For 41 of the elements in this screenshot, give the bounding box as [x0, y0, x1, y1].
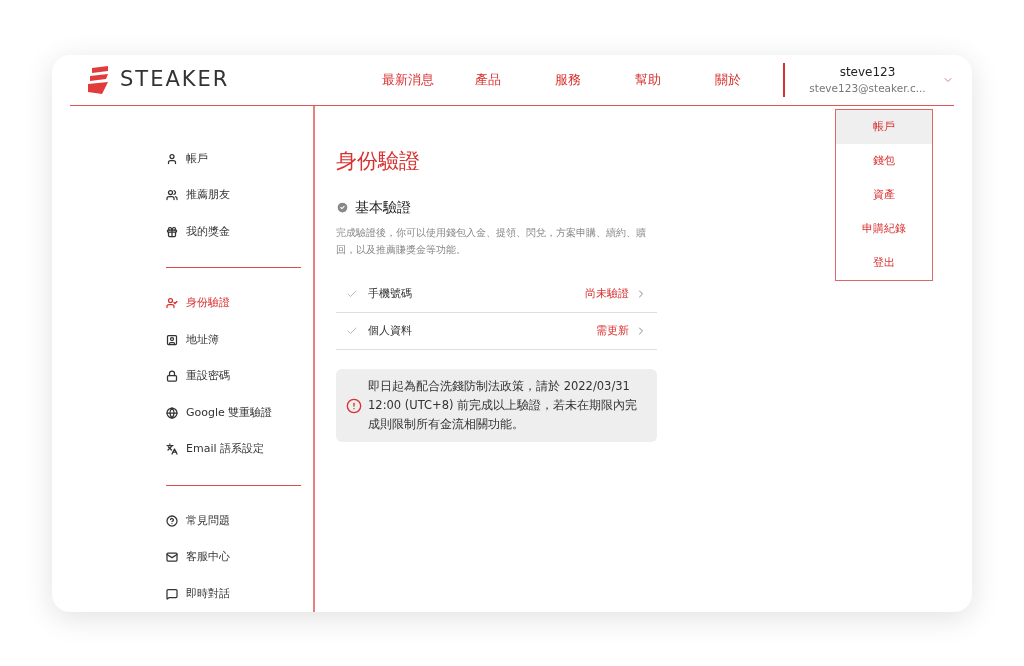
nav-link[interactable]: 產品 [448, 70, 529, 90]
check-circle-icon [336, 201, 349, 214]
section-title: 基本驗證 [355, 198, 411, 217]
person-check-icon [166, 297, 178, 310]
nav-link[interactable]: 關於 [688, 70, 769, 90]
sidebar-item[interactable]: 即時對話 [166, 575, 301, 612]
sidebar-item[interactable]: 地址簿 [166, 321, 301, 358]
lock-icon [166, 370, 178, 383]
notice-text: 即日起為配合洗錢防制法政策，請於 2022/03/31 12:00 (UTC+8) 前完成以上驗證，若未在期限內完成則限制所有金流相關功能。 [368, 378, 639, 433]
contact-card-icon [166, 333, 178, 346]
verification-row[interactable]: 手機號碼 尚未驗證 [336, 276, 657, 313]
user-email: steve123@steaker.c... [809, 80, 926, 96]
sidebar-item[interactable]: 客服中心 [166, 539, 301, 576]
section-description: 完成驗證後，你可以使用錢包入金、提領、閃兌，方案申購、續約、贖回，以及推薦賺獎金等功能。 [336, 226, 647, 257]
globe-icon [166, 406, 178, 419]
language-icon [166, 443, 178, 456]
check-icon [346, 325, 358, 337]
chat-icon [166, 587, 178, 600]
page-title: 身份驗證 [336, 147, 421, 175]
mail-icon [166, 551, 178, 564]
username: steve123 [839, 63, 896, 81]
check-icon [346, 288, 358, 300]
people-icon [166, 189, 178, 202]
logo-text: STEAKER [120, 66, 230, 93]
menu-item[interactable]: 帳戶 [836, 109, 932, 144]
gift-icon [166, 225, 178, 238]
sidebar-item[interactable]: 重設密碼 [166, 358, 301, 395]
alert-icon [346, 397, 362, 414]
sidebar-item[interactable]: Google 雙重驗證 [166, 394, 301, 431]
nav-link[interactable]: 服務 [528, 70, 609, 90]
nav-link[interactable]: 最新消息 [368, 70, 449, 90]
help-icon [166, 514, 178, 527]
sidebar-item[interactable]: 常見問題 [166, 502, 301, 539]
sidebar-item[interactable]: 帳戶 [166, 140, 301, 177]
sidebar-item[interactable]: Email 語系設定 [166, 431, 301, 468]
sidebar-item[interactable]: 我的獎金 [166, 213, 301, 250]
nav-link[interactable]: 幫助 [608, 70, 689, 90]
person-icon [166, 152, 178, 165]
verification-row[interactable]: 個人資料 需更新 [336, 313, 657, 350]
sidebar-item[interactable]: 身份驗證 [166, 285, 301, 322]
sidebar-item[interactable]: 推薦朋友 [166, 177, 301, 214]
